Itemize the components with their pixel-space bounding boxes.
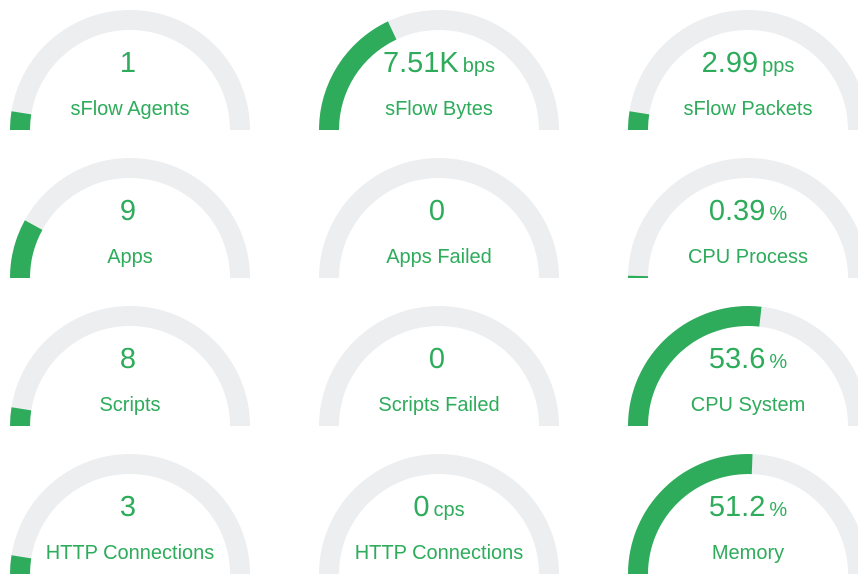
gauge-value: 9 [10, 195, 250, 230]
gauge-number: 0 [413, 491, 430, 523]
gauge-number: 9 [119, 195, 137, 227]
gauge-unit: % [769, 499, 788, 521]
gauge-value: 1 [10, 47, 250, 82]
gauge-label: HTTP Connections [354, 542, 524, 564]
gauge-sflow-bytes: 7.51K bps sFlow Bytes [319, 0, 559, 131]
gauge-sflow-packets: 2.99 pps sFlow Packets [628, 0, 858, 130]
gauge-apps: 9 Apps [9, 148, 250, 278]
gauge-value: 53.6% [628, 343, 858, 378]
gauge-apps-failed: 0 Apps Failed [319, 148, 559, 278]
gauge-sflow-agents: 1 sFlow Agents [9, 0, 250, 131]
gauge-cpu-process: 0.39% CPU Process [628, 148, 858, 278]
gauge-value: 0 [319, 343, 559, 378]
gauge-number: 1 [119, 47, 137, 79]
gauge-label: Apps [107, 246, 153, 268]
gauge-number: 8 [119, 343, 137, 375]
gauge-scripts: 8 Scripts [9, 296, 250, 426]
gauge-number: 0 [428, 343, 446, 375]
gauge-http-connections-rate: 0 cps HTTP Connections [319, 444, 559, 574]
gauge-value: 0 [319, 195, 559, 230]
gauge-unit: % [769, 203, 788, 225]
gauge-cpu-system: 53.6% CPU System [628, 296, 858, 426]
gauge-number: 51.2 [708, 491, 766, 523]
gauge-unit: bps [462, 55, 496, 77]
gauge-number: 3 [119, 491, 137, 523]
gauge-label: Scripts [99, 394, 161, 416]
gauge-label: sFlow Agents [70, 98, 190, 120]
gauge-http-connections: 3 HTTP Connections [9, 444, 250, 574]
gauge-label: Apps Failed [386, 246, 492, 268]
gauge-label: Memory [711, 542, 785, 564]
gauge-label: HTTP Connections [45, 542, 215, 564]
gauge-number: 0.39 [708, 195, 766, 227]
gauge-unit: % [769, 351, 788, 373]
gauge-label: CPU Process [687, 246, 809, 268]
gauge-label: Scripts Failed [378, 394, 500, 416]
gauge-value: 2.99 pps [628, 47, 858, 82]
gauge-memory: 51.2% Memory [628, 444, 858, 574]
gauge-number: 2.99 [701, 47, 759, 79]
gauge-value: 8 [10, 343, 250, 378]
gauge-unit: cps [433, 499, 465, 521]
gauge-value: 0.39% [628, 195, 858, 230]
gauge-scripts-failed: 0 Scripts Failed [319, 296, 559, 426]
gauge-number: 7.51K [382, 47, 459, 79]
gauge-number: 53.6 [708, 343, 766, 375]
gauge-label: CPU System [690, 394, 806, 416]
gauge-number: 0 [428, 195, 446, 227]
gauge-value: 0 cps [319, 491, 559, 526]
gauge-value: 3 [10, 491, 250, 526]
gauge-value: 7.51K bps [319, 47, 559, 82]
gauge-label: sFlow Bytes [385, 98, 493, 120]
gauge-fill [628, 275, 649, 278]
gauge-value: 51.2% [628, 491, 858, 526]
gauge-label: sFlow Packets [683, 98, 813, 120]
gauge-unit: pps [762, 55, 795, 77]
